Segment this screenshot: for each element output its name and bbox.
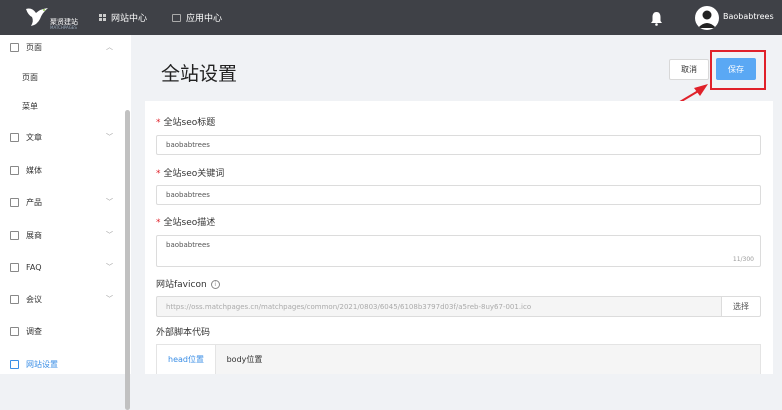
sidebar-item-label: 调查 <box>26 326 42 336</box>
seo-keywords-input[interactable]: baobabtrees <box>156 185 761 205</box>
sidebar-item-meetings[interactable]: 会议 ﹀ <box>0 289 125 309</box>
brand-logo[interactable]: 聚贤建站 MATCHPAGES <box>22 5 82 31</box>
sidebar-item-label: 页面 <box>26 42 42 52</box>
info-icon[interactable]: i <box>210 280 220 289</box>
external-code-label: 外部脚本代码 <box>156 328 211 338</box>
bird-logo-icon <box>26 8 48 26</box>
seo-description-label-text: 全站seo描述 <box>163 218 216 228</box>
chevron-down-icon: ﹀ <box>106 198 113 206</box>
chevron-down-icon: ﹀ <box>106 295 113 303</box>
user-name[interactable]: Baobabtrees <box>723 12 774 21</box>
page-title: 全站设置 <box>161 63 238 85</box>
sidebar-subitem-menu[interactable]: 菜单 <box>22 101 38 112</box>
sidebar-item-site-settings[interactable]: 网站设置 <box>0 354 125 374</box>
code-position-tabs: head位置 body位置 <box>156 344 761 374</box>
sidebar-item-faq[interactable]: FAQ ﹀ <box>0 257 125 277</box>
highlight-box <box>710 50 766 90</box>
nav-website-center[interactable]: 网站中心 <box>99 0 147 35</box>
favicon-label-text: 网站favicon <box>156 280 207 290</box>
tab-body-position[interactable]: body位置 <box>217 345 272 374</box>
sidebar-item-media[interactable]: 媒体 <box>0 160 125 180</box>
seo-title-label-text: 全站seo标题 <box>163 118 216 128</box>
sidebar-item-label: FAQ <box>26 262 42 272</box>
tab-head-position[interactable]: head位置 <box>157 345 216 374</box>
sidebar-item-pages[interactable]: 页面 ︿ <box>0 37 125 57</box>
required-marker: * <box>156 169 161 179</box>
sidebar-scrollbar[interactable] <box>125 110 130 410</box>
sidebar-item-label: 文章 <box>26 132 42 142</box>
sidebar-item-label: 产品 <box>26 197 42 207</box>
chevron-down-icon: ﹀ <box>106 263 113 271</box>
brand-tagline: MATCHPAGES <box>50 25 77 30</box>
sidebar-item-label: 展商 <box>26 230 42 240</box>
seo-description-value: baobabtrees <box>166 241 210 249</box>
seo-description-label: * 全站seo描述 <box>156 215 215 228</box>
seo-title-label: * 全站seo标题 <box>156 115 215 128</box>
sidebar-item-label: 媒体 <box>26 165 42 175</box>
exhibitor-icon <box>10 230 19 240</box>
shopping-bag-icon <box>172 13 181 22</box>
chevron-up-icon: ︿ <box>106 43 113 51</box>
top-bar: 聚贤建站 MATCHPAGES 网站中心 应用中心 Baobabtrees <box>0 0 782 35</box>
user-avatar-icon[interactable] <box>695 6 719 30</box>
settings-icon <box>10 359 19 369</box>
required-marker: * <box>156 118 161 128</box>
choose-favicon-button[interactable]: 选择 <box>721 296 761 317</box>
sidebar-item-label: 网站设置 <box>26 359 58 369</box>
media-icon <box>10 165 19 175</box>
page-icon <box>10 42 19 52</box>
grid-icon <box>99 14 106 21</box>
nav-app-center[interactable]: 应用中心 <box>172 0 222 35</box>
sidebar-item-exhibitors[interactable]: 展商 ﹀ <box>0 225 125 245</box>
meeting-icon <box>10 294 19 304</box>
seo-keywords-label: * 全站seo关键词 <box>156 166 224 179</box>
required-marker: * <box>156 218 161 228</box>
favicon-url-input[interactable]: https://oss.matchpages.cn/matchpages/com… <box>156 296 722 317</box>
seo-description-textarea[interactable]: baobabtrees 11/300 <box>156 235 761 267</box>
char-counter: 11/300 <box>732 256 754 263</box>
survey-icon <box>10 326 19 336</box>
sidebar-item-survey[interactable]: 调查 <box>0 321 125 341</box>
article-icon <box>10 132 19 142</box>
nav-label: 网站中心 <box>111 14 148 24</box>
sidebar-subitem-pages[interactable]: 页面 <box>22 72 38 83</box>
sidebar-item-articles[interactable]: 文章 ﹀ <box>0 127 125 147</box>
sidebar-item-label: 会议 <box>26 294 42 304</box>
chevron-down-icon: ﹀ <box>106 231 113 239</box>
cancel-button[interactable]: 取消 <box>669 59 709 80</box>
seo-keywords-label-text: 全站seo关键词 <box>163 169 225 179</box>
faq-icon <box>10 262 19 272</box>
nav-label: 应用中心 <box>186 14 223 24</box>
seo-title-input[interactable]: baobabtrees <box>156 135 761 155</box>
product-icon <box>10 197 19 207</box>
bell-icon[interactable] <box>650 11 663 26</box>
sidebar-item-products[interactable]: 产品 ﹀ <box>0 192 125 212</box>
chevron-down-icon: ﹀ <box>106 133 113 141</box>
favicon-label: 网站favicon i <box>156 277 220 290</box>
